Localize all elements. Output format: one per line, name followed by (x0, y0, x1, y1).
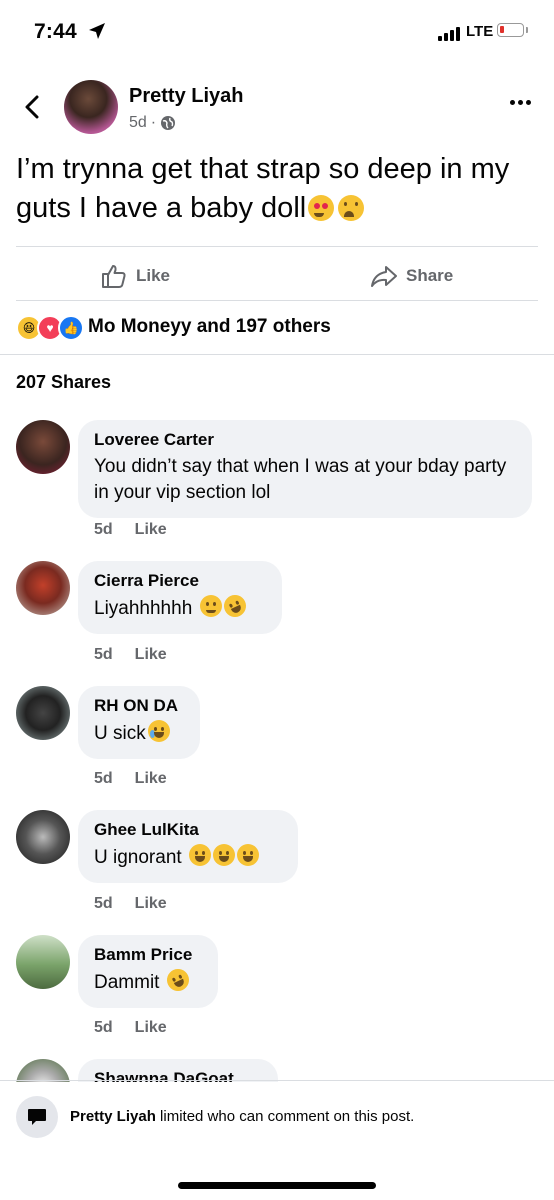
comment-meta: 5d Like (94, 1019, 167, 1037)
tears-of-joy-emoji-icon (212, 844, 235, 866)
battery-icon (497, 23, 524, 37)
comment-bubble: Loveree Carter You didn’t say that when … (78, 420, 532, 518)
commenter-avatar[interactable] (16, 420, 70, 474)
share-arrow-icon (371, 266, 397, 287)
comment-age: 5d (94, 646, 113, 663)
commenter-name[interactable]: Bamm Price (94, 945, 202, 965)
comment-meta: 5d Like (94, 521, 167, 539)
network-type: LTE (466, 23, 494, 40)
commenter-avatar[interactable] (16, 561, 70, 615)
comment-meta: 5d Like (94, 646, 167, 664)
comment-bubble: Ghee LulKita U ignorant (78, 810, 298, 883)
comment-like-button[interactable]: Like (135, 895, 167, 913)
reaction-icons[interactable]: 😆 ♥ 👍 (16, 315, 84, 341)
post-age: 5d (129, 114, 147, 131)
author-avatar[interactable] (64, 80, 118, 134)
comment-meta: 5d Like (94, 895, 167, 913)
commenter-avatar[interactable] (16, 686, 70, 740)
tears-of-joy-emoji-icon (236, 844, 259, 866)
comment-like-button[interactable]: Like (135, 770, 167, 788)
comment-like-button[interactable]: Like (135, 646, 167, 664)
meta-separator: · (150, 114, 157, 131)
share-button[interactable]: Share (370, 262, 453, 290)
more-dots-icon[interactable] (510, 100, 531, 105)
author-name[interactable]: Pretty Liyah (129, 85, 243, 108)
restriction-author[interactable]: Pretty Liyah (70, 1108, 156, 1125)
restriction-message: Pretty Liyah limited who can comment on … (70, 1108, 414, 1125)
heart-eyes-emoji-icon (308, 195, 335, 221)
comment-text: Liyahhhhhh (94, 591, 266, 622)
comment-body: Liyahhhhhh (94, 598, 193, 619)
shares-count[interactable]: 207 Shares (16, 372, 111, 393)
location-arrow-icon (89, 23, 105, 39)
comment-age: 5d (94, 521, 113, 538)
like-reaction-icon: 👍 (58, 315, 84, 341)
comment-age: 5d (94, 895, 113, 912)
like-label: Like (136, 266, 171, 285)
comment-like-button[interactable]: Like (135, 1019, 167, 1037)
comment-bubble-icon (16, 1096, 58, 1138)
commenter-name[interactable]: RH ON DA (94, 696, 184, 716)
crying-emoji-icon (147, 720, 170, 742)
divider-reactions (0, 354, 554, 355)
post-body: I’m trynna get that strap so deep in my … (16, 153, 510, 224)
comment-text: You didn’t say that when I was at your b… (94, 456, 507, 503)
globe-icon (161, 116, 176, 130)
comment-meta: 5d Like (94, 770, 167, 788)
comment-bubble: Cierra Pierce Liyahhhhhh (78, 561, 282, 634)
post-text: I’m trynna get that strap so deep in my … (16, 150, 536, 228)
weary-face-emoji-icon (338, 195, 365, 221)
comment-body: U ignorant (94, 847, 182, 868)
divider-actions (16, 300, 538, 301)
back-chevron-icon[interactable] (22, 95, 42, 119)
restriction-text: limited who can comment on this post. (160, 1108, 415, 1125)
commenter-avatar[interactable] (16, 935, 70, 989)
comment-body: Dammit (94, 972, 160, 993)
comment-text: U ignorant (94, 844, 282, 871)
comment-body: U sick (94, 723, 146, 744)
commenter-name[interactable]: Loveree Carter (94, 430, 516, 450)
divider-footer (0, 1080, 554, 1081)
comment-age: 5d (94, 1019, 113, 1036)
comment-text: Dammit (94, 965, 202, 996)
comment-age: 5d (94, 770, 113, 787)
comment-bubble: RH ON DA U sick (78, 686, 200, 759)
share-label: Share (406, 266, 454, 285)
relieved-emoji-icon (199, 595, 222, 617)
commenter-name[interactable]: Ghee LulKita (94, 820, 282, 840)
commenter-avatar[interactable] (16, 810, 70, 864)
reactions-summary[interactable]: Mo Moneyy and 197 others (88, 316, 331, 338)
comment-text: U sick (94, 720, 184, 747)
like-button[interactable]: Like (100, 262, 170, 290)
home-indicator[interactable] (178, 1182, 376, 1189)
thumbs-up-icon (102, 265, 126, 288)
post-meta: 5d · (129, 114, 176, 132)
commenter-name[interactable]: Cierra Pierce (94, 571, 266, 591)
comment-bubble: Bamm Price Dammit (78, 935, 218, 1008)
rofl-emoji-icon (163, 965, 193, 995)
tears-of-joy-emoji-icon (188, 844, 211, 866)
signal-icon (438, 27, 460, 41)
battery-tip (526, 27, 528, 33)
status-time: 7:44 (34, 20, 77, 43)
rofl-emoji-icon (219, 591, 250, 621)
comment-like-button[interactable]: Like (135, 521, 167, 539)
divider-top (16, 246, 538, 247)
